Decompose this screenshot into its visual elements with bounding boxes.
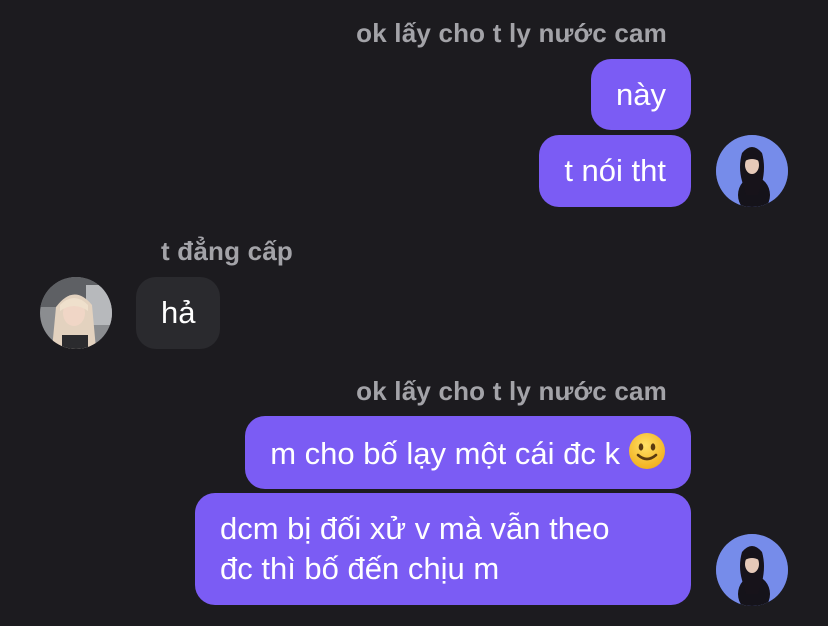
chat-thread: ok lấy cho t ly nước cam này t nói tht t… xyxy=(0,0,828,626)
message-text-line: đc thì bố đến chịu m xyxy=(220,551,500,586)
avatar[interactable] xyxy=(40,277,112,349)
message-text-line: dcm bị đối xử v mà vẫn theo xyxy=(220,511,610,546)
message-bubble-outgoing[interactable]: dcm bị đối xử v mà vẫn theo đc thì bố đế… xyxy=(195,493,691,605)
avatar[interactable] xyxy=(716,534,788,606)
message-text: t nói tht xyxy=(564,153,666,188)
slightly-smiling-face-icon xyxy=(628,432,666,480)
message-text: hả xyxy=(161,295,196,330)
message-text: này xyxy=(616,77,666,112)
message-bubble-outgoing[interactable]: t nói tht xyxy=(539,135,691,207)
sender-name-label: ok lấy cho t ly nước cam xyxy=(356,18,667,48)
profile-photo xyxy=(716,135,788,207)
avatar[interactable] xyxy=(716,135,788,207)
sender-name-label: t đẳng cấp xyxy=(161,236,294,266)
profile-photo xyxy=(716,534,788,606)
sender-name-label: ok lấy cho t ly nước cam xyxy=(356,376,667,406)
message-text: m cho bố lạy một cái đc k xyxy=(270,436,620,471)
profile-photo xyxy=(40,277,112,349)
message-bubble-incoming[interactable]: hả xyxy=(136,277,221,349)
message-bubble-outgoing[interactable]: này xyxy=(591,59,691,130)
message-bubble-outgoing[interactable]: m cho bố lạy một cái đc k xyxy=(245,416,691,489)
